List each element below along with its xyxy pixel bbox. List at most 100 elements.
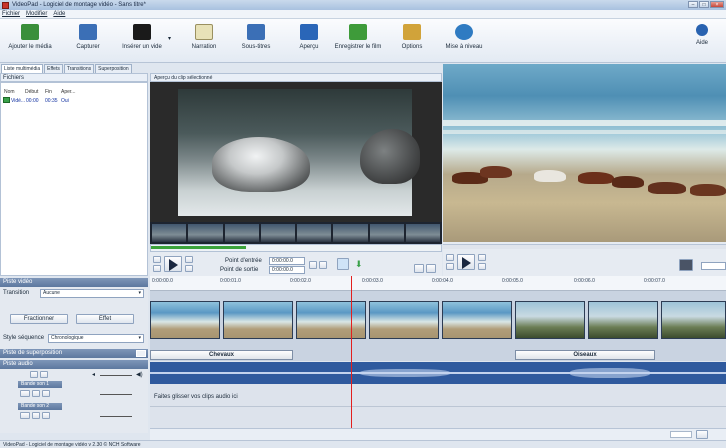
status-bar: VideoPad - Logiciel de montage vidéo v 2… xyxy=(0,440,726,448)
help-button[interactable]: Aide xyxy=(680,24,724,60)
set-in-button[interactable] xyxy=(309,261,317,269)
seq-play-button[interactable] xyxy=(457,254,475,270)
upgrade-button[interactable]: Mise à niveau xyxy=(436,24,492,60)
fullscreen-icon[interactable] xyxy=(679,259,693,271)
subtitles-icon xyxy=(247,24,265,40)
fit-icon[interactable] xyxy=(426,264,436,273)
save-movie-button[interactable]: Enregistrer le film xyxy=(330,24,386,60)
window-title: VideoPad - Logiciel de montage vidéo - S… xyxy=(12,2,146,8)
blank-clip-icon xyxy=(133,24,151,40)
sequence-time-field[interactable] xyxy=(701,262,726,270)
track1-mute-button[interactable] xyxy=(32,390,40,397)
add-media-button[interactable]: Ajouter le média xyxy=(2,24,58,60)
column-end[interactable]: Fin xyxy=(45,89,52,95)
tab-overlay[interactable]: Superposition xyxy=(95,64,132,73)
play-button[interactable] xyxy=(164,256,182,272)
clip-filmstrip[interactable] xyxy=(150,222,442,244)
insert-blank-dropdown-icon[interactable]: ▾ xyxy=(168,35,171,42)
media-row-preview: Oui xyxy=(61,98,69,104)
ruler-tick: 0:00:06.0 xyxy=(574,278,595,284)
video-clip[interactable] xyxy=(588,301,658,339)
audio-mute-button[interactable] xyxy=(30,371,38,378)
video-clip[interactable] xyxy=(661,301,726,339)
media-tabs: Liste multimédia Effets Transitions Supe… xyxy=(0,64,148,73)
snapshot-icon[interactable] xyxy=(337,258,349,270)
tab-media-list[interactable]: Liste multimédia xyxy=(1,64,44,73)
seq-go-start-button[interactable] xyxy=(446,263,454,270)
track1-fx-button[interactable] xyxy=(20,390,30,397)
effect-button[interactable]: Effet xyxy=(76,314,134,324)
seq-go-end-button[interactable] xyxy=(478,263,486,270)
clip-range-selection[interactable] xyxy=(151,246,246,249)
set-out-button[interactable] xyxy=(319,261,327,269)
options-icon xyxy=(403,24,421,40)
transition-select[interactable]: Aucune ▾ xyxy=(40,289,144,298)
volume-slider[interactable] xyxy=(100,375,132,376)
narration-icon xyxy=(195,24,213,40)
capture-button[interactable]: Capturer xyxy=(60,24,116,60)
zoom-slider[interactable] xyxy=(670,431,692,438)
insert-blank-button[interactable]: Insérer un vide xyxy=(114,24,170,60)
in-point-field[interactable]: 0:00:00.0 xyxy=(269,257,305,265)
seq-step-back-button[interactable] xyxy=(446,254,454,261)
sequence-style-select[interactable]: Chronologique ▾ xyxy=(48,334,144,343)
toolbar: Ajouter le média Capturer Insérer un vid… xyxy=(0,19,726,63)
sequence-preview-controls xyxy=(443,242,726,276)
split-button[interactable]: Fractionner xyxy=(10,314,68,324)
tab-transitions[interactable]: Transitions xyxy=(63,64,95,73)
preview-button[interactable]: Aperçu xyxy=(281,24,337,60)
title-clip-horses[interactable]: Chevaux xyxy=(150,350,293,360)
track2-mute-button[interactable] xyxy=(32,412,40,419)
media-row-name[interactable]: Vidé... xyxy=(11,98,25,104)
video-clip[interactable] xyxy=(223,301,293,339)
video-clip[interactable] xyxy=(442,301,512,339)
go-start-button[interactable] xyxy=(153,265,161,272)
audio-waveform-peak xyxy=(570,368,650,378)
minimize-button[interactable]: – xyxy=(688,1,698,8)
go-end-button[interactable] xyxy=(185,265,193,272)
title-clip-birds[interactable]: Oiseaux xyxy=(515,350,655,360)
out-point-field[interactable]: 0:00:00.0 xyxy=(269,266,305,274)
video-clip[interactable] xyxy=(369,301,439,339)
title-bar: VideoPad - Logiciel de montage vidéo - S… xyxy=(0,0,726,10)
zoom-in-icon[interactable] xyxy=(696,430,708,439)
timeline-scrollbar[interactable] xyxy=(150,428,726,440)
audio-solo-button[interactable] xyxy=(40,371,48,378)
subtitles-button[interactable]: Sous-titres xyxy=(228,24,284,60)
clip-range-bar[interactable] xyxy=(150,244,442,252)
menu-file[interactable]: Fichier xyxy=(2,11,20,17)
options-button[interactable]: Options xyxy=(384,24,440,60)
zoom-icon[interactable] xyxy=(414,264,424,273)
track1-solo-button[interactable] xyxy=(42,390,50,397)
seal-shape xyxy=(360,129,420,184)
track2-volume-slider[interactable] xyxy=(100,416,132,417)
seq-step-forward-button[interactable] xyxy=(478,254,486,261)
sequence-preview-image xyxy=(443,64,726,242)
column-start[interactable]: Début xyxy=(25,89,38,95)
narration-button[interactable]: Narration xyxy=(176,24,232,60)
sequence-progress-bar[interactable] xyxy=(443,244,726,249)
audio-track[interactable] xyxy=(150,362,726,384)
column-preview[interactable]: Aper... xyxy=(61,89,75,95)
step-back-button[interactable] xyxy=(153,256,161,263)
video-clip[interactable] xyxy=(296,301,366,339)
overlay-settings-icon[interactable] xyxy=(136,350,146,357)
menu-help[interactable]: Aide xyxy=(53,11,65,17)
audio-drop-area[interactable]: Faites glisser vos clips audio ici xyxy=(150,384,726,428)
step-forward-button[interactable] xyxy=(185,256,193,263)
column-name[interactable]: Nom xyxy=(4,89,15,95)
add-to-sequence-icon[interactable]: ⬇ xyxy=(355,259,365,271)
track1-volume-slider[interactable] xyxy=(100,394,132,395)
folders-header: Fichiers xyxy=(0,73,148,82)
menu-edit[interactable]: Modifier xyxy=(26,11,47,17)
timeline-ruler[interactable]: 0:00:00.0 0:00:01.0 0:00:02.0 0:00:03.0 … xyxy=(150,276,726,291)
video-clip[interactable] xyxy=(515,301,585,339)
track2-fx-button[interactable] xyxy=(20,412,30,419)
timeline-playhead[interactable] xyxy=(351,276,352,428)
tab-effects[interactable]: Effets xyxy=(44,64,63,73)
close-button[interactable]: × xyxy=(710,1,724,8)
track2-solo-button[interactable] xyxy=(42,412,50,419)
video-clip[interactable] xyxy=(150,301,220,339)
maximize-button[interactable]: □ xyxy=(699,1,709,8)
video-track-controls: Transition Aucune ▾ Fractionner Effet St… xyxy=(0,287,148,349)
